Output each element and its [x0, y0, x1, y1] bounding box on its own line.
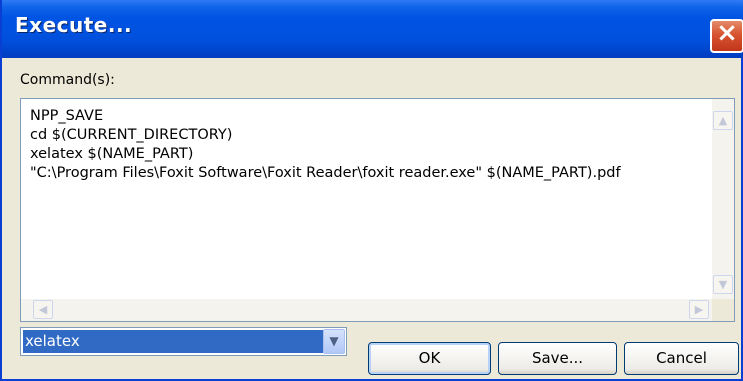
commands-label: Command(s):	[20, 72, 115, 88]
command-line: "C:\Program Files\Foxit Software\Foxit R…	[30, 165, 621, 181]
close-button[interactable]: ×	[710, 18, 743, 53]
scroll-down-button[interactable]: ▼	[713, 275, 733, 294]
scroll-right-button[interactable]: ▶	[689, 300, 709, 319]
commands-text[interactable]: NPP_SAVEcd $(CURRENT_DIRECTORY)xelatex $…	[30, 107, 621, 183]
ok-button[interactable]: OK	[368, 342, 491, 375]
script-select[interactable]: xelatex ▼	[20, 327, 347, 356]
chevron-down-icon: ▼	[718, 278, 728, 291]
window-title: Execute...	[15, 13, 133, 37]
scroll-up-button[interactable]: ▲	[713, 111, 733, 130]
script-select-value: xelatex	[23, 330, 323, 353]
title-bar[interactable]: Execute... ×	[2, 0, 743, 58]
save-button[interactable]: Save...	[498, 342, 617, 375]
chevron-right-icon: ▶	[694, 303, 704, 316]
dropdown-button[interactable]: ▼	[323, 329, 345, 354]
cancel-button[interactable]: Cancel	[624, 342, 739, 375]
command-line: cd $(CURRENT_DIRECTORY)	[30, 127, 233, 143]
scrollbar-corner	[712, 299, 734, 321]
horizontal-scrollbar[interactable]: ◀ ▶	[21, 299, 713, 321]
execute-dialog: Execute... × Command(s): NPP_SAVEcd $(CU…	[0, 0, 743, 381]
vertical-scrollbar[interactable]: ▲ ▼	[712, 99, 734, 299]
command-line: NPP_SAVE	[30, 108, 104, 124]
close-icon: ×	[716, 18, 738, 48]
command-line: xelatex $(NAME_PART)	[30, 146, 194, 162]
chevron-left-icon: ◀	[38, 303, 48, 316]
scroll-left-button[interactable]: ◀	[33, 300, 53, 319]
commands-editor[interactable]: NPP_SAVEcd $(CURRENT_DIRECTORY)xelatex $…	[20, 98, 735, 322]
chevron-up-icon: ▲	[718, 114, 728, 127]
chevron-down-icon: ▼	[329, 334, 339, 348]
